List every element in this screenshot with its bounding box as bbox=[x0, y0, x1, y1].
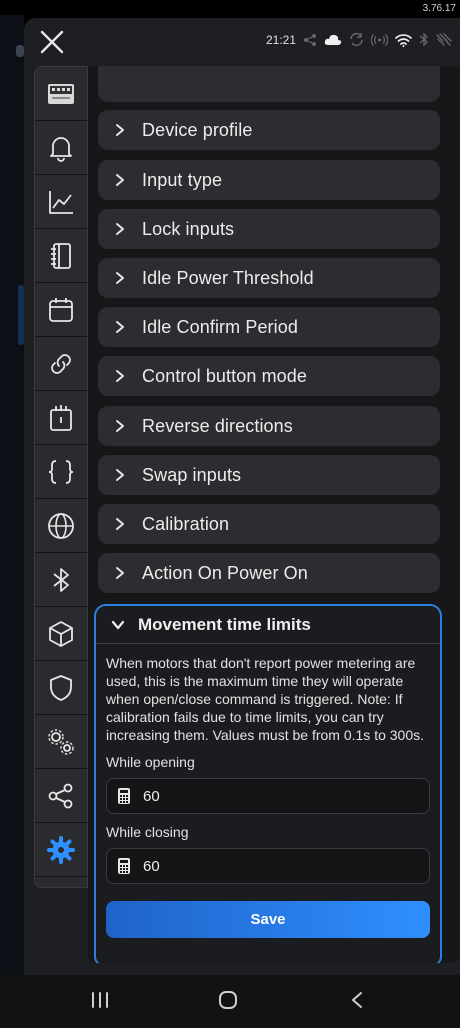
section-lock-inputs[interactable]: Lock inputs bbox=[98, 209, 440, 249]
status-bar: 21:21 bbox=[266, 32, 452, 47]
websocket-icon bbox=[436, 32, 452, 46]
settings-gear-icon bbox=[47, 835, 75, 864]
nav-statistics[interactable] bbox=[35, 175, 87, 229]
section-swap-inputs[interactable]: Swap inputs bbox=[98, 455, 440, 495]
chevron-right-icon bbox=[116, 223, 124, 235]
closing-input[interactable] bbox=[143, 857, 403, 875]
bluetooth-icon bbox=[53, 567, 69, 592]
sync-icon bbox=[350, 32, 363, 47]
close-button[interactable] bbox=[38, 28, 66, 56]
section-label: Input type bbox=[142, 169, 223, 190]
nav-timers[interactable] bbox=[35, 391, 87, 445]
nav-scripts[interactable] bbox=[35, 445, 87, 499]
globe-icon bbox=[48, 512, 74, 539]
closing-field bbox=[106, 848, 430, 884]
nav-bluetooth[interactable] bbox=[35, 553, 87, 607]
section-label: Reverse directions bbox=[142, 415, 293, 436]
sidebar-nav bbox=[34, 66, 88, 888]
calendar-icon bbox=[49, 297, 73, 322]
nav-components[interactable] bbox=[35, 607, 87, 661]
broadcast-icon bbox=[371, 33, 388, 46]
cube-icon bbox=[49, 620, 73, 647]
chevron-right-icon bbox=[116, 370, 124, 382]
script-braces-icon bbox=[48, 459, 74, 484]
nav-advanced[interactable] bbox=[35, 715, 87, 769]
bell-icon bbox=[50, 136, 72, 162]
calculator-icon bbox=[118, 858, 130, 874]
chevron-right-icon bbox=[116, 567, 124, 579]
back-icon[interactable] bbox=[350, 991, 364, 1009]
section-title: Movement time limits bbox=[138, 614, 311, 634]
collapsed-section-partial[interactable] bbox=[98, 66, 440, 102]
chevron-right-icon bbox=[116, 272, 124, 284]
panel-header: 21:21 bbox=[24, 18, 460, 66]
cloud-icon bbox=[324, 34, 342, 45]
nav-network[interactable] bbox=[35, 499, 87, 553]
section-label: Idle Confirm Period bbox=[142, 316, 298, 337]
section-label: Calibration bbox=[142, 513, 230, 534]
share-icon bbox=[48, 783, 73, 808]
calculator-icon bbox=[118, 788, 130, 804]
chevron-down-icon bbox=[111, 620, 125, 629]
close-icon bbox=[40, 30, 64, 54]
opening-input[interactable] bbox=[143, 787, 403, 805]
nav-device[interactable] bbox=[35, 67, 87, 121]
home-icon[interactable] bbox=[218, 991, 238, 1009]
chevron-right-icon bbox=[116, 518, 124, 530]
device-panel: 21:21 Device profile Input type Lock inp… bbox=[24, 18, 460, 975]
gears-icon bbox=[48, 728, 74, 755]
status-time: 21:21 bbox=[265, 32, 296, 47]
nav-calendar[interactable] bbox=[35, 283, 87, 337]
recent-apps-icon[interactable] bbox=[90, 991, 110, 1009]
section-description: When motors that don't report power mete… bbox=[106, 655, 425, 743]
bluetooth-status-icon bbox=[419, 32, 428, 47]
section-calibration[interactable]: Calibration bbox=[98, 504, 440, 544]
share-status-icon bbox=[304, 33, 316, 46]
shield-icon bbox=[50, 674, 72, 701]
section-device-profile[interactable]: Device profile bbox=[98, 110, 440, 150]
settings-content: Device profile Input type Lock inputs Id… bbox=[88, 66, 460, 963]
opening-label: While opening bbox=[106, 754, 195, 770]
opening-field bbox=[106, 778, 430, 814]
section-label: Lock inputs bbox=[142, 218, 235, 239]
section-movement-time-limits: Movement time limits When motors that do… bbox=[94, 604, 442, 963]
section-label: Control button mode bbox=[142, 365, 307, 386]
section-label: Action On Power On bbox=[142, 562, 308, 583]
nav-share[interactable] bbox=[35, 769, 87, 823]
section-action-on-power-on[interactable]: Action On Power On bbox=[98, 553, 440, 593]
chevron-right-icon bbox=[116, 420, 124, 432]
nav-schedules[interactable] bbox=[35, 229, 87, 283]
section-label: Swap inputs bbox=[142, 464, 242, 485]
section-label: Device profile bbox=[142, 119, 253, 140]
chevron-right-icon bbox=[116, 321, 124, 333]
version-label: 3.76.17 bbox=[422, 3, 456, 14]
save-button[interactable]: Save bbox=[106, 901, 430, 938]
section-header[interactable]: Movement time limits bbox=[96, 606, 440, 644]
device-thumbnail-icon bbox=[48, 83, 74, 104]
closing-label: While closing bbox=[106, 824, 189, 840]
nav-notifications[interactable] bbox=[35, 121, 87, 175]
nav-security[interactable] bbox=[35, 661, 87, 715]
timer-icon bbox=[50, 404, 72, 431]
section-idle-confirm-period[interactable]: Idle Confirm Period bbox=[98, 307, 440, 347]
section-reverse-directions[interactable]: Reverse directions bbox=[98, 406, 440, 446]
chart-icon bbox=[49, 190, 73, 214]
chevron-right-icon bbox=[116, 124, 124, 136]
chevron-right-icon bbox=[116, 174, 124, 186]
background-strip bbox=[0, 15, 24, 975]
chevron-right-icon bbox=[116, 469, 124, 481]
link-icon bbox=[51, 353, 71, 374]
nav-settings[interactable] bbox=[35, 823, 87, 877]
schedule-icon bbox=[51, 242, 71, 269]
wifi-icon bbox=[395, 33, 412, 47]
section-label: Idle Power Threshold bbox=[142, 267, 314, 288]
nav-linking[interactable] bbox=[35, 337, 87, 391]
section-control-button-mode[interactable]: Control button mode bbox=[98, 356, 440, 396]
section-idle-power-threshold[interactable]: Idle Power Threshold bbox=[98, 258, 440, 298]
android-nav-bar bbox=[0, 975, 460, 1028]
section-input-type[interactable]: Input type bbox=[98, 160, 440, 200]
